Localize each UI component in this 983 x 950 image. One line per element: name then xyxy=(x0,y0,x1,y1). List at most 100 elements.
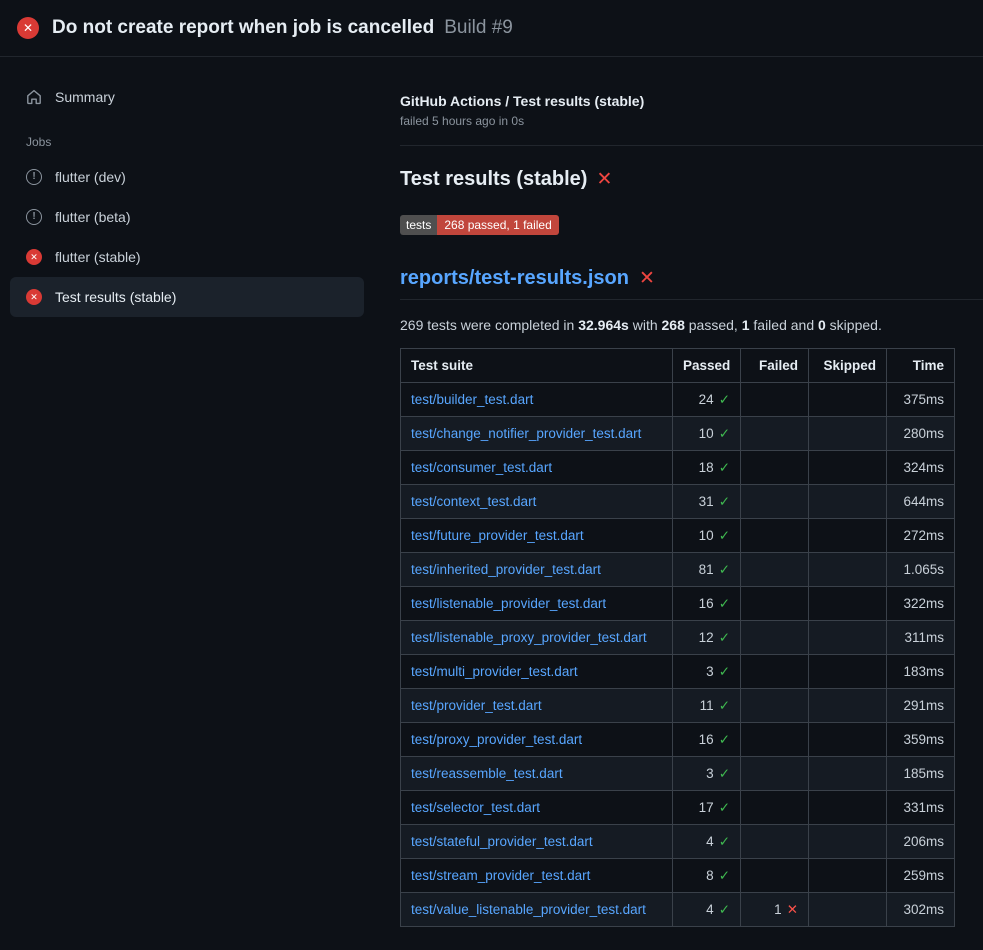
skipped-cell xyxy=(809,519,887,553)
check-icon: ✓ xyxy=(719,902,730,917)
failed-x-icon: ✕ xyxy=(639,269,655,288)
check-icon: ✓ xyxy=(719,494,730,509)
table-row: test/future_provider_test.dart10✓272ms xyxy=(401,519,955,553)
failed-cell xyxy=(741,689,809,723)
passed-cell: 3✓ xyxy=(673,655,741,689)
test-suite-link[interactable]: test/value_listenable_provider_test.dart xyxy=(411,902,646,917)
main-content: GitHub Actions / Test results (stable) f… xyxy=(384,57,983,927)
passed-cell: 11✓ xyxy=(673,689,741,723)
section-title: Test results (stable) ✕ xyxy=(400,168,983,191)
sidebar-item-label: Test results (stable) xyxy=(55,289,176,305)
build-failed-icon: ✕ xyxy=(17,17,39,39)
cell-value: 4 xyxy=(706,834,714,849)
sidebar-item-test-results-stable[interactable]: ✕Test results (stable) xyxy=(10,277,364,317)
report-heading: reports/test-results.json ✕ xyxy=(400,267,983,300)
test-suite-link[interactable]: test/stream_provider_test.dart xyxy=(411,868,590,883)
skipped-cell xyxy=(809,893,887,927)
skipped-cell xyxy=(809,723,887,757)
failed-cell xyxy=(741,757,809,791)
sidebar: Summary Jobs !flutter (dev)!flutter (bet… xyxy=(0,57,384,317)
cell-value: 10 xyxy=(699,426,714,441)
time-cell: 331ms xyxy=(887,791,955,825)
time-cell: 183ms xyxy=(887,655,955,689)
time-cell: 322ms xyxy=(887,587,955,621)
test-suite-link[interactable]: test/context_test.dart xyxy=(411,494,536,509)
badge-value: 268 passed, 1 failed xyxy=(437,215,558,235)
table-row: test/reassemble_test.dart3✓185ms xyxy=(401,757,955,791)
cell-value: 81 xyxy=(699,562,714,577)
time-cell: 291ms xyxy=(887,689,955,723)
report-file-link[interactable]: reports/test-results.json xyxy=(400,267,629,290)
sidebar-item-summary[interactable]: Summary xyxy=(10,77,364,117)
test-suite-cell: test/builder_test.dart xyxy=(401,383,673,417)
failed-cell xyxy=(741,451,809,485)
test-suite-cell: test/reassemble_test.dart xyxy=(401,757,673,791)
check-icon: ✓ xyxy=(719,562,730,577)
failed-count: 1 xyxy=(742,317,750,333)
warning-icon: ! xyxy=(26,169,42,185)
test-suite-cell: test/stream_provider_test.dart xyxy=(401,859,673,893)
time-cell: 185ms xyxy=(887,757,955,791)
test-suite-link[interactable]: test/selector_test.dart xyxy=(411,800,540,815)
table-row: test/value_listenable_provider_test.dart… xyxy=(401,893,955,927)
cell-value: 3 xyxy=(706,664,714,679)
passed-cell: 18✓ xyxy=(673,451,741,485)
sidebar-item-label: flutter (beta) xyxy=(55,209,130,225)
skipped-cell xyxy=(809,451,887,485)
sidebar-item-label: flutter (stable) xyxy=(55,249,141,265)
time-cell: 359ms xyxy=(887,723,955,757)
skipped-cell xyxy=(809,621,887,655)
status-line: failed 5 hours ago in 0s xyxy=(400,114,983,128)
test-suite-link[interactable]: test/future_provider_test.dart xyxy=(411,528,584,543)
skipped-cell xyxy=(809,553,887,587)
sidebar-item-flutter-beta[interactable]: !flutter (beta) xyxy=(10,197,364,237)
passed-cell: 4✓ xyxy=(673,893,741,927)
failed-cell xyxy=(741,723,809,757)
failed-cell xyxy=(741,655,809,689)
failed-cell xyxy=(741,519,809,553)
table-row: test/provider_test.dart 11✓ 291ms xyxy=(401,689,955,723)
section-title-text: Test results (stable) xyxy=(400,168,587,191)
test-suite-link[interactable]: test/builder_test.dart xyxy=(411,392,533,407)
skipped-count: 0 xyxy=(818,317,826,333)
test-suite-link[interactable]: test/proxy_provider_test.dart xyxy=(411,732,582,747)
sidebar-item-flutter-dev[interactable]: !flutter (dev) xyxy=(10,157,364,197)
passed-cell: 4✓ xyxy=(673,825,741,859)
test-suite-cell: test/proxy_provider_test.dart xyxy=(401,723,673,757)
check-icon: ✓ xyxy=(719,596,730,611)
skipped-cell xyxy=(809,689,887,723)
passed-cell: 12✓ xyxy=(673,621,741,655)
failed-cell xyxy=(741,621,809,655)
failed-cell xyxy=(741,587,809,621)
passed-cell: 10 ✓ xyxy=(673,417,741,451)
check-icon: ✓ xyxy=(719,460,730,475)
test-suite-cell: test/consumer_test.dart xyxy=(401,451,673,485)
cell-value: 10 xyxy=(699,528,714,543)
test-suite-link[interactable]: test/provider_test.dart xyxy=(411,698,542,713)
test-suite-cell: test/change_notifier_provider_test.dart xyxy=(401,417,673,451)
sidebar-item-flutter-stable[interactable]: ✕flutter (stable) xyxy=(10,237,364,277)
table-header-row: Test suitePassedFailedSkippedTime xyxy=(401,349,955,383)
test-suite-link[interactable]: test/multi_provider_test.dart xyxy=(411,664,578,679)
home-icon xyxy=(26,89,42,105)
passed-cell: 24 ✓ xyxy=(673,383,741,417)
passed-count: 268 xyxy=(662,317,685,333)
check-icon: ✓ xyxy=(719,392,730,407)
cell-value: 24 xyxy=(699,392,714,407)
test-suite-link[interactable]: test/change_notifier_provider_test.dart xyxy=(411,426,641,441)
test-suite-cell: test/inherited_provider_test.dart xyxy=(401,553,673,587)
tests-badge: tests 268 passed, 1 failed xyxy=(400,215,559,235)
test-suite-link[interactable]: test/consumer_test.dart xyxy=(411,460,552,475)
time-cell: 375ms xyxy=(887,383,955,417)
test-suite-link[interactable]: test/listenable_proxy_provider_test.dart xyxy=(411,630,647,645)
cell-value: 17 xyxy=(699,800,714,815)
cell-value: 31 xyxy=(699,494,714,509)
table-row: test/consumer_test.dart18✓324ms xyxy=(401,451,955,485)
divider xyxy=(400,145,983,146)
time-cell: 311ms xyxy=(887,621,955,655)
test-suite-link[interactable]: test/inherited_provider_test.dart xyxy=(411,562,601,577)
check-icon: ✓ xyxy=(719,426,730,441)
test-suite-link[interactable]: test/reassemble_test.dart xyxy=(411,766,563,781)
test-suite-link[interactable]: test/listenable_provider_test.dart xyxy=(411,596,606,611)
test-suite-link[interactable]: test/stateful_provider_test.dart xyxy=(411,834,593,849)
